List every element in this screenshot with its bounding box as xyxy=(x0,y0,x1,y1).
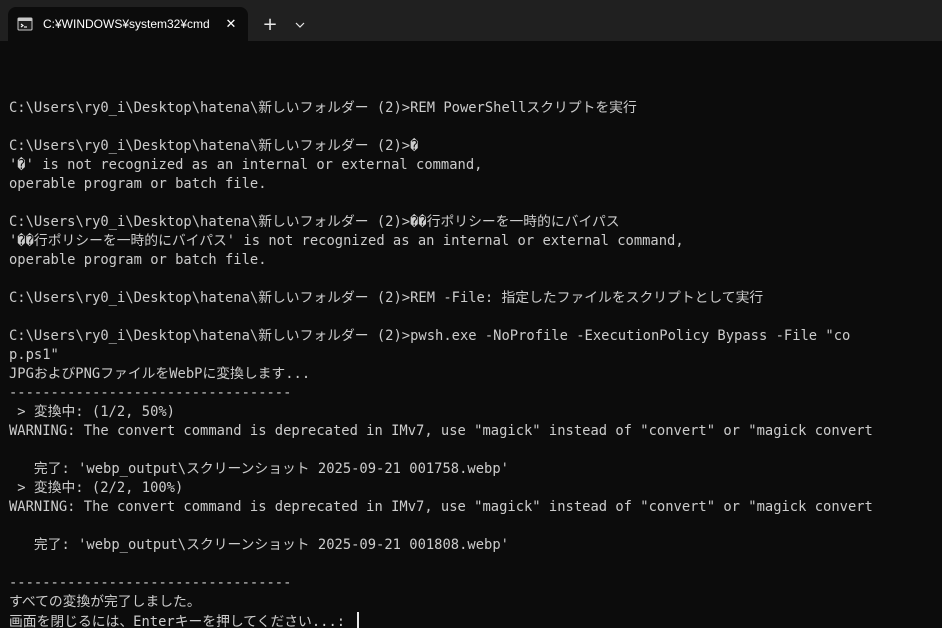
console-line: C:\Users\ry0_i\Desktop\hatena\新しいフォルダー (… xyxy=(9,138,419,154)
console-line: '��行ポリシーを一時的にバイパス' is not recognized as … xyxy=(9,233,684,249)
console-line: すべての変換が完了しました。 xyxy=(9,594,201,610)
console-line: C:\Users\ry0_i\Desktop\hatena\新しいフォルダー (… xyxy=(9,100,637,116)
text-cursor xyxy=(357,612,359,628)
console-line: > 変換中: (1/2, 50%) xyxy=(9,404,175,420)
console-line: operable program or batch file. xyxy=(9,252,267,268)
title-bar: C:¥WINDOWS¥system32¥cmd ✕ + xyxy=(0,0,942,41)
chevron-down-icon xyxy=(295,15,305,33)
close-tab-button[interactable]: ✕ xyxy=(217,10,245,38)
terminal-window: C:¥WINDOWS¥system32¥cmd ✕ + C:\Users\ry0… xyxy=(0,0,942,628)
console-line: C:\Users\ry0_i\Desktop\hatena\新しいフォルダー (… xyxy=(9,214,620,230)
console-line: ---------------------------------- xyxy=(9,575,292,591)
console-output[interactable]: C:\Users\ry0_i\Desktop\hatena\新しいフォルダー (… xyxy=(9,80,942,628)
console-line: > 変換中: (2/2, 100%) xyxy=(9,480,184,496)
console-line: 完了: 'webp_output\スクリーンショット 2025-09-21 00… xyxy=(9,461,509,477)
console-line: '�' is not recognized as an internal or … xyxy=(9,157,483,173)
close-icon: ✕ xyxy=(225,16,237,32)
console-line: WARNING: The convert command is deprecat… xyxy=(9,499,873,515)
console-line: C:\Users\ry0_i\Desktop\hatena\新しいフォルダー (… xyxy=(9,328,851,344)
console-line: C:\Users\ry0_i\Desktop\hatena\新しいフォルダー (… xyxy=(9,290,764,306)
tab-dropdown-button[interactable] xyxy=(288,10,312,38)
console-line: WARNING: The convert command is deprecat… xyxy=(9,423,873,439)
console-line: 画面を閉じるには、Enterキーを押してください...: xyxy=(9,612,942,628)
console-line: ---------------------------------- xyxy=(9,385,292,401)
console-line: operable program or batch file. xyxy=(9,176,267,192)
tab-title: C:¥WINDOWS¥system32¥cmd xyxy=(43,17,210,31)
console-line: p.ps1" xyxy=(9,347,59,363)
tab-cmd[interactable]: C:¥WINDOWS¥system32¥cmd ✕ xyxy=(8,7,248,41)
console-line: 完了: 'webp_output\スクリーンショット 2025-09-21 00… xyxy=(9,537,509,553)
terminal-icon xyxy=(17,16,33,32)
plus-icon: + xyxy=(262,13,278,35)
new-tab-button[interactable]: + xyxy=(258,10,282,38)
console-line: JPGおよびPNGファイルをWebPに変換します... xyxy=(9,366,311,382)
